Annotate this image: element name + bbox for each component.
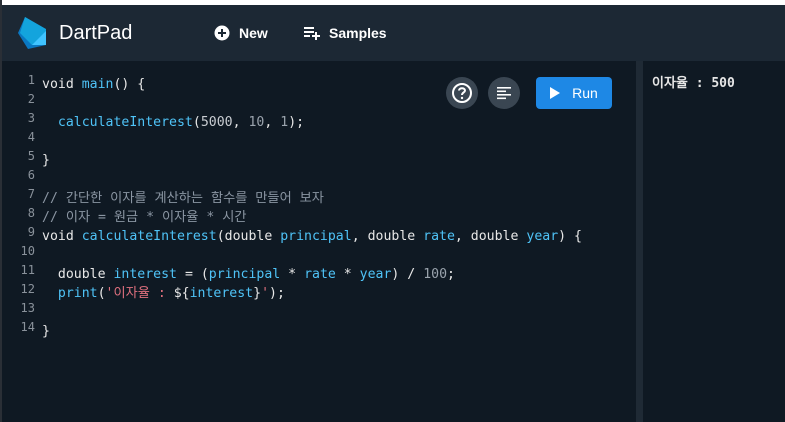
code-token: calculateInterest xyxy=(81,229,217,244)
app-title: DartPad xyxy=(59,22,133,44)
code-token: interest xyxy=(189,286,254,301)
samples-button[interactable]: Samples xyxy=(304,21,387,45)
code-token: ( xyxy=(192,115,201,130)
playlist-add-icon xyxy=(304,27,320,40)
code-token: double xyxy=(42,267,114,282)
new-button[interactable]: New xyxy=(214,21,268,45)
code-token: calculateInterest xyxy=(57,115,193,130)
line-number: 1 xyxy=(27,73,35,87)
run-button[interactable]: Run xyxy=(536,77,612,109)
code-token: * xyxy=(335,267,360,282)
line-number: 4 xyxy=(27,130,35,144)
code-lines: 1 void main() {2 3 calculateInterest(5000,… xyxy=(2,73,636,339)
line-number: 2 xyxy=(27,92,35,106)
play-icon xyxy=(550,87,561,99)
code-token: () { xyxy=(113,77,146,92)
code-token: year xyxy=(526,229,559,244)
help-button[interactable] xyxy=(446,77,478,109)
code-token: principal xyxy=(208,267,281,282)
samples-button-label: Samples xyxy=(329,25,387,41)
code-line: 6 xyxy=(2,168,636,187)
code-token: principal xyxy=(280,229,352,244)
code-line: 13 xyxy=(2,301,636,320)
code-editor[interactable]: 1 void main() {2 3 calculateInterest(5000,… xyxy=(2,61,636,422)
code-token: 5000 xyxy=(200,115,233,130)
line-number: 7 xyxy=(27,187,35,201)
app-header: DartPad New Samples xyxy=(2,5,785,61)
code-line: 9 void calculateInterest(double principal… xyxy=(2,225,636,244)
code-token: 10 xyxy=(248,115,265,130)
code-line: 11 double interest = (principal * rate *… xyxy=(2,263,636,282)
code-token: main xyxy=(81,77,114,92)
line-number: 9 xyxy=(27,225,35,239)
code-token: ${ xyxy=(173,286,190,301)
code-token: ) / xyxy=(391,267,424,282)
code-token: } xyxy=(42,324,50,339)
add-circle-icon xyxy=(214,25,230,41)
line-number: 13 xyxy=(20,301,35,315)
code-line: 4 xyxy=(2,130,636,149)
line-number: 10 xyxy=(20,244,35,258)
code-token: 100 xyxy=(423,267,448,282)
panel-splitter[interactable] xyxy=(636,61,643,422)
code-token: // 이자 = 원금 * 이자율 * 시간 xyxy=(42,210,247,225)
code-token: = ( xyxy=(177,267,209,282)
line-number: 12 xyxy=(20,282,35,296)
code-token: year xyxy=(359,267,392,282)
output-line: 이자율 : 500 xyxy=(652,76,735,91)
code-token: , xyxy=(264,115,281,130)
line-number: 5 xyxy=(27,149,35,163)
code-line: 14} xyxy=(2,320,636,339)
code-token: ' xyxy=(261,286,270,301)
help-icon xyxy=(452,83,472,103)
code-text: } xyxy=(42,322,50,341)
code-token: // 간단한 이자를 계산하는 함수를 만들어 보자 xyxy=(42,191,324,206)
code-token: '이자율 : xyxy=(105,286,174,301)
code-token: void xyxy=(42,229,82,244)
code-token: , double xyxy=(454,229,527,244)
code-token: ); xyxy=(269,286,285,301)
format-icon xyxy=(497,87,511,100)
code-token: , double xyxy=(351,229,424,244)
line-number: 8 xyxy=(27,206,35,220)
code-token: (double xyxy=(216,229,281,244)
run-button-label: Run xyxy=(572,85,598,101)
code-line: 5} xyxy=(2,149,636,168)
code-token: * xyxy=(280,267,305,282)
new-button-label: New xyxy=(239,25,268,41)
line-number: 11 xyxy=(20,263,35,277)
code-line: 12 print('이자율 : ${interest}'); xyxy=(2,282,636,301)
code-token: ) { xyxy=(558,229,582,244)
code-line: 8 // 이자 = 원금 * 이자율 * 시간 xyxy=(2,206,636,225)
code-token: interest xyxy=(113,267,177,282)
line-number: 14 xyxy=(20,320,35,334)
code-token: print xyxy=(57,286,98,301)
code-token: ); xyxy=(288,115,305,130)
line-number: 6 xyxy=(27,168,35,182)
code-line: 7 // 간단한 이자를 계산하는 함수를 만들어 보자 xyxy=(2,187,636,206)
code-token: } xyxy=(253,286,262,301)
code-token: } xyxy=(42,153,50,168)
code-token: , xyxy=(232,115,249,130)
format-button[interactable] xyxy=(488,77,520,109)
code-token: void xyxy=(42,77,82,92)
code-token: rate xyxy=(304,267,336,282)
dart-logo xyxy=(18,17,46,49)
code-line: 10 xyxy=(2,244,636,263)
code-token: ( xyxy=(97,286,106,301)
code-token: ; xyxy=(447,267,455,282)
line-number: 3 xyxy=(27,111,35,125)
code-token: rate xyxy=(423,229,455,244)
console-output: 이자율 : 500 xyxy=(643,61,785,422)
code-line: 3 calculateInterest(5000, 10, 1); xyxy=(2,111,636,130)
